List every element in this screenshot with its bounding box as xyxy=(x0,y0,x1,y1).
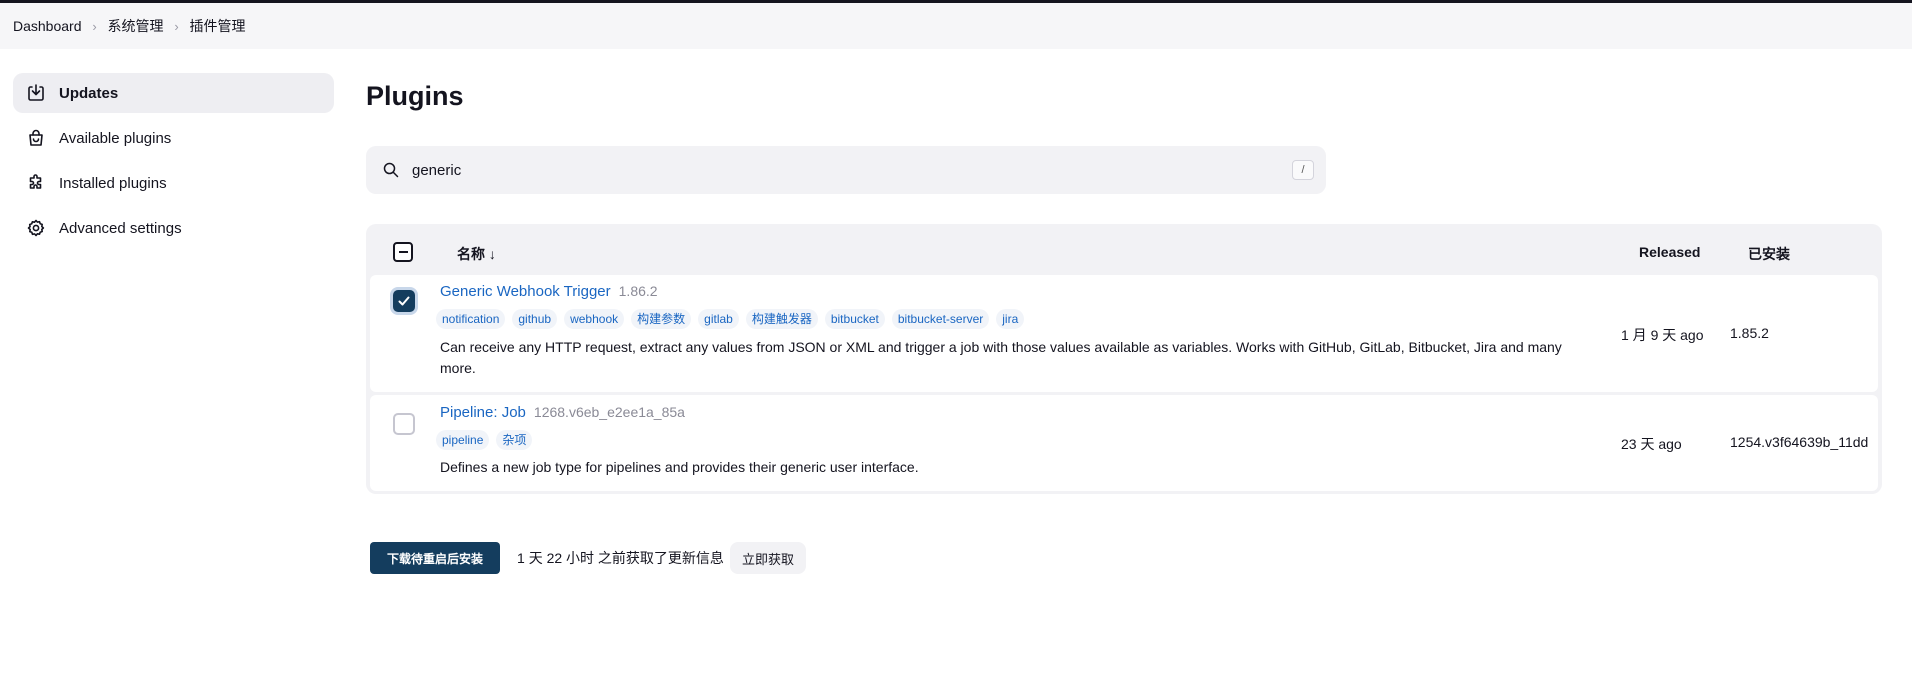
tag[interactable]: bitbucket-server xyxy=(891,309,990,329)
fetch-now-button[interactable]: 立即获取 xyxy=(729,542,806,574)
plugin-tags: pipeline 杂项 xyxy=(436,430,533,450)
sidebar-item-label: Available plugins xyxy=(59,129,172,147)
gear-icon xyxy=(26,218,46,238)
tag[interactable]: notification xyxy=(436,309,506,329)
search-shortcut-hint: / xyxy=(1292,160,1314,180)
update-status-text: 1 天 22 小时 之前获取了更新信息 xyxy=(517,550,724,566)
checkmark-icon xyxy=(398,296,410,306)
chevron-right-icon: › xyxy=(92,18,97,34)
tag[interactable]: 构建参数 xyxy=(631,309,692,329)
plugin-name-link[interactable]: Generic Webhook Trigger 1.86.2 xyxy=(440,283,658,300)
minus-icon xyxy=(398,251,408,253)
tag[interactable]: github xyxy=(512,309,558,329)
plugin-version: 1.86.2 xyxy=(618,283,658,299)
plugin-installed-version: 1.85.2 xyxy=(1730,325,1769,341)
shopping-bag-icon xyxy=(26,128,46,148)
sidebar-item-label: Installed plugins xyxy=(59,174,167,192)
table-row: Pipeline: Job 1268.v6eb_e2ee1a_85a pipeli… xyxy=(370,395,1878,491)
plugin-description: Can receive any HTTP request, extract an… xyxy=(440,339,1562,376)
sidebar-item-available-plugins[interactable]: Available plugins xyxy=(13,118,334,158)
plugin-name: Pipeline: Job xyxy=(440,404,526,421)
select-all-checkbox[interactable] xyxy=(393,242,413,262)
tag[interactable]: gitlab xyxy=(698,309,739,329)
search-icon xyxy=(382,161,400,179)
row-select-checkbox[interactable] xyxy=(393,290,415,312)
column-header-released[interactable]: Released xyxy=(1639,244,1700,260)
install-after-restart-button[interactable]: 下载待重启后安装 xyxy=(370,542,501,574)
search-bar: / xyxy=(366,146,1326,194)
breadcrumb-dashboard[interactable]: Dashboard xyxy=(13,18,82,34)
sidebar: Updates Available plugins Installed plug… xyxy=(13,73,334,253)
sidebar-item-updates[interactable]: Updates xyxy=(13,73,334,113)
row-select-checkbox[interactable] xyxy=(393,413,415,435)
page-title: Plugins xyxy=(366,81,464,111)
column-header-name[interactable]: 名称 ↓ xyxy=(457,244,496,264)
tag[interactable]: jira xyxy=(996,309,1025,329)
plugin-tags: notification github webhook 构建参数 gitlab … xyxy=(436,309,1025,329)
plugins-table: 名称 ↓ Released 已安装 Generic Webhook Trigge… xyxy=(366,224,1882,494)
sidebar-item-label: Updates xyxy=(59,84,119,102)
plugin-released: 1 月 9 天 ago xyxy=(1621,327,1704,343)
plugin-description: Defines a new job type for pipelines and… xyxy=(440,459,919,475)
tag[interactable]: bitbucket xyxy=(824,309,885,329)
sidebar-item-installed-plugins[interactable]: Installed plugins xyxy=(13,163,334,203)
plugin-version: 1268.v6eb_e2ee1a_85a xyxy=(533,404,685,420)
sidebar-item-advanced-settings[interactable]: Advanced settings xyxy=(13,208,334,248)
action-bar: 下载待重启后安装 1 天 22 小时 之前获取了更新信息 立即获取 xyxy=(370,542,806,574)
breadcrumb: Dashboard › 系统管理 › 插件管理 xyxy=(0,3,1912,49)
column-header-installed[interactable]: 已安装 xyxy=(1748,244,1790,264)
plugin-installed-version: 1254.v3f64639b_11dd xyxy=(1730,434,1869,450)
tag[interactable]: pipeline xyxy=(436,430,490,450)
breadcrumb-system-management[interactable]: 系统管理 xyxy=(108,16,164,36)
search-input[interactable] xyxy=(412,161,1272,179)
sidebar-item-label: Advanced settings xyxy=(59,219,182,237)
plugin-released: 23 天 ago xyxy=(1621,436,1682,452)
tag[interactable]: 杂项 xyxy=(496,430,533,450)
plugin-name: Generic Webhook Trigger xyxy=(440,283,611,300)
puzzle-icon xyxy=(26,173,46,193)
tag[interactable]: webhook xyxy=(564,309,625,329)
download-icon xyxy=(26,83,46,103)
breadcrumb-plugin-management[interactable]: 插件管理 xyxy=(190,16,246,36)
table-row: Generic Webhook Trigger 1.86.2 notificati… xyxy=(370,275,1878,392)
plugin-name-link[interactable]: Pipeline: Job 1268.v6eb_e2ee1a_85a xyxy=(440,404,685,421)
chevron-right-icon: › xyxy=(174,18,179,34)
table-header: 名称 ↓ Released 已安装 xyxy=(370,228,1878,275)
tag[interactable]: 构建触发器 xyxy=(745,309,818,329)
